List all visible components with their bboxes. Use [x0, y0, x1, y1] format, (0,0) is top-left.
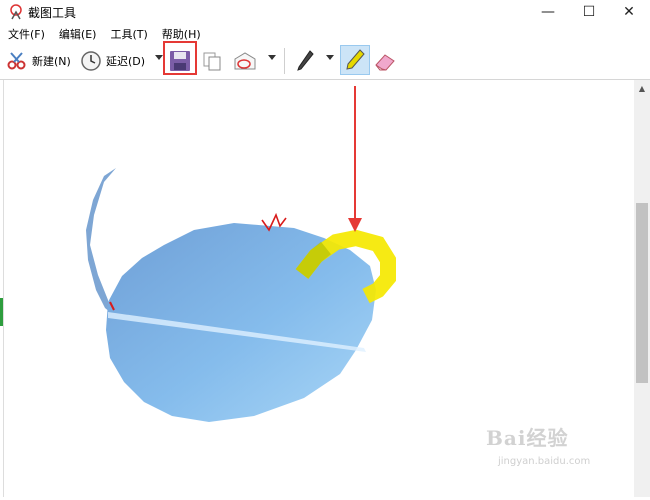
- delay-button[interactable]: 延迟(D): [80, 46, 145, 76]
- send-icon: [234, 52, 256, 70]
- annotation-arrow-head: [348, 218, 362, 232]
- menu-edit[interactable]: 编辑(E): [59, 24, 97, 42]
- snipping-tool-window: 截图工具 — ☐ ✕ 文件(F) 编辑(E) 工具(T) 帮助(H) 新建(N)…: [0, 0, 650, 497]
- copy-button[interactable]: [201, 46, 223, 76]
- eraser-button[interactable]: [372, 46, 398, 76]
- minimize-button[interactable]: —: [527, 0, 569, 24]
- captured-sliver: [86, 168, 116, 312]
- scissors-icon: [7, 52, 26, 70]
- delay-dropdown-arrow[interactable]: [155, 55, 163, 60]
- snipping-tool-app-icon: [10, 4, 22, 20]
- pen-button[interactable]: [294, 46, 316, 76]
- toolbar-separator: [284, 48, 285, 74]
- menu-tools[interactable]: 工具(T): [110, 24, 147, 42]
- scroll-thumb[interactable]: [636, 203, 648, 383]
- new-snip-label: 新建(N): [32, 55, 71, 68]
- delay-label: 延迟(D): [106, 55, 146, 68]
- close-button[interactable]: ✕: [608, 0, 650, 24]
- maximize-button[interactable]: ☐: [568, 0, 610, 24]
- window-edge-marker: [0, 298, 3, 326]
- eraser-icon: [375, 54, 395, 71]
- title-bar: 截图工具 — ☐ ✕: [0, 0, 650, 24]
- scroll-up-button[interactable]: ▲: [634, 80, 650, 96]
- menu-file[interactable]: 文件(F): [8, 24, 45, 42]
- pen-icon: [297, 50, 314, 71]
- toolbar: 新建(N) 延迟(D): [0, 42, 650, 80]
- menu-bar: 文件(F) 编辑(E) 工具(T) 帮助(H): [0, 24, 650, 42]
- new-snip-button[interactable]: 新建(N): [6, 46, 71, 76]
- highlighter-button[interactable]: [340, 45, 370, 75]
- copy-icon: [203, 52, 221, 71]
- send-dropdown-arrow[interactable]: [268, 55, 276, 60]
- menu-help[interactable]: 帮助(H): [162, 24, 201, 42]
- watermark-url: jingyan.baidu.com: [498, 456, 591, 467]
- send-snip-button[interactable]: [232, 46, 258, 76]
- highlighter-icon: [346, 49, 365, 70]
- save-button[interactable]: [168, 46, 192, 76]
- window-title: 截图工具: [28, 6, 77, 20]
- vertical-scrollbar[interactable]: ▲: [634, 80, 650, 497]
- baidu-jingyan-watermark: Bai经验 jingyan.baidu.com: [486, 422, 636, 482]
- clock-icon: [81, 51, 101, 71]
- save-icon: [170, 51, 190, 71]
- watermark-main-text: Bai经验: [486, 426, 569, 450]
- pen-dropdown-arrow[interactable]: [326, 55, 334, 60]
